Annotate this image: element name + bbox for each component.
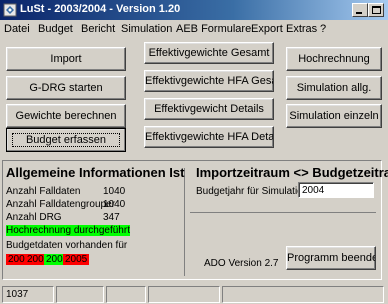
g-drg-start-button[interactable]: G-DRG starten — [6, 76, 126, 100]
menu-extras[interactable]: Extras — [286, 23, 317, 35]
menu-export[interactable]: Export — [251, 23, 283, 35]
info-title: Allgemeine Informationen Ist — [6, 165, 185, 180]
falldatengrouper-value: 1040 — [103, 199, 126, 210]
title-bar[interactable]: LuSt - 2003/2004 - Version 1.20 — [0, 0, 388, 20]
effective-weights-hfa-total-button[interactable]: Effektivgewichte HFA Gesamt — [144, 70, 274, 92]
menu-help[interactable]: ? — [320, 23, 326, 35]
status-cell-4 — [148, 286, 220, 303]
panel-divider — [184, 168, 185, 276]
simulation-general-button-label: Simulation allg. — [296, 82, 372, 94]
menu-bar: Datei Budget Bericht Simulation AEB Form… — [0, 20, 388, 38]
effective-weights-hfa-total-button-label: Effektivgewichte HFA Gesamt — [145, 75, 273, 87]
status-cell-3 — [106, 286, 146, 303]
simulation-single-button[interactable]: Simulation einzeln — [286, 104, 382, 128]
quit-button-label: Programm beenden — [287, 252, 376, 264]
year-2005-badge: 2005 — [63, 254, 90, 265]
falldaten-label: Anzahl Falldaten — [6, 186, 81, 197]
panel-separator — [190, 212, 376, 213]
menu-datei[interactable]: Datei — [4, 23, 30, 35]
app-icon — [3, 3, 17, 17]
budget-available-label: Budgetdaten vorhanden für — [6, 240, 128, 251]
g-drg-start-button-label: G-DRG starten — [29, 82, 103, 94]
minimize-button[interactable] — [352, 3, 368, 17]
menu-budget[interactable]: Budget — [38, 23, 73, 35]
simulation-general-button[interactable]: Simulation allg. — [286, 76, 382, 100]
focus-rect — [12, 133, 120, 147]
app-window: LuSt - 2003/2004 - Version 1.20 Datei Bu… — [0, 0, 388, 304]
maximize-button[interactable] — [368, 3, 384, 17]
effective-weights-total-button-label: Effektivgewichte Gesamt — [148, 47, 270, 59]
import-button[interactable]: Import — [6, 47, 126, 71]
budget-year-input[interactable]: 2004 — [298, 182, 374, 198]
menu-aeb-formulare[interactable]: AEB Formulare — [176, 23, 251, 35]
effective-weight-details-button-label: Effektivgewicht Details — [154, 103, 264, 115]
projection-button[interactable]: Hochrechnung — [286, 47, 382, 71]
import-title: Importzeitraum <> Budgetzeitraum? — [196, 165, 388, 180]
calculate-weights-button[interactable]: Gewichte berechnen — [6, 104, 126, 128]
falldatengrouper-label: Anzahl Falldatengrouper — [6, 199, 115, 210]
effective-weights-total-button[interactable]: Effektivgewichte Gesamt — [144, 42, 274, 64]
drg-label: Anzahl DRG — [6, 212, 62, 223]
menu-simulation[interactable]: Simulation — [121, 23, 172, 35]
import-button-label: Import — [50, 53, 82, 65]
window-title: LuSt - 2003/2004 - Version 1.20 — [20, 3, 181, 15]
menu-bericht[interactable]: Bericht — [81, 23, 115, 35]
quit-button[interactable]: Programm beenden — [286, 246, 376, 270]
drg-value: 347 — [103, 212, 120, 223]
status-cell-count: 1037 — [2, 286, 54, 303]
minimize-icon — [356, 12, 362, 14]
projection-done-badge: Hochrechnung durchgeführt — [6, 225, 130, 236]
budget-entry-button[interactable]: Budget erfassen — [6, 128, 126, 152]
status-bar: 1037 — [0, 284, 388, 304]
simulation-single-button-label: Simulation einzeln — [289, 110, 379, 122]
status-cell-5 — [222, 286, 384, 303]
ado-version-label: ADO Version 2.7 — [204, 258, 279, 269]
projection-button-label: Hochrechnung — [298, 53, 370, 65]
effective-weights-hfa-details-button[interactable]: Effektivgewichte HFA Details — [144, 126, 274, 148]
effective-weights-hfa-details-button-label: Effektivgewichte HFA Details — [145, 131, 274, 143]
maximize-icon — [372, 6, 381, 14]
budget-year-label: Budgetjahr für Simulation: — [196, 186, 312, 197]
calculate-weights-button-label: Gewichte berechnen — [15, 110, 117, 122]
effective-weight-details-button[interactable]: Effektivgewicht Details — [144, 98, 274, 120]
falldaten-value: 1040 — [103, 186, 126, 197]
status-cell-2 — [56, 286, 104, 303]
